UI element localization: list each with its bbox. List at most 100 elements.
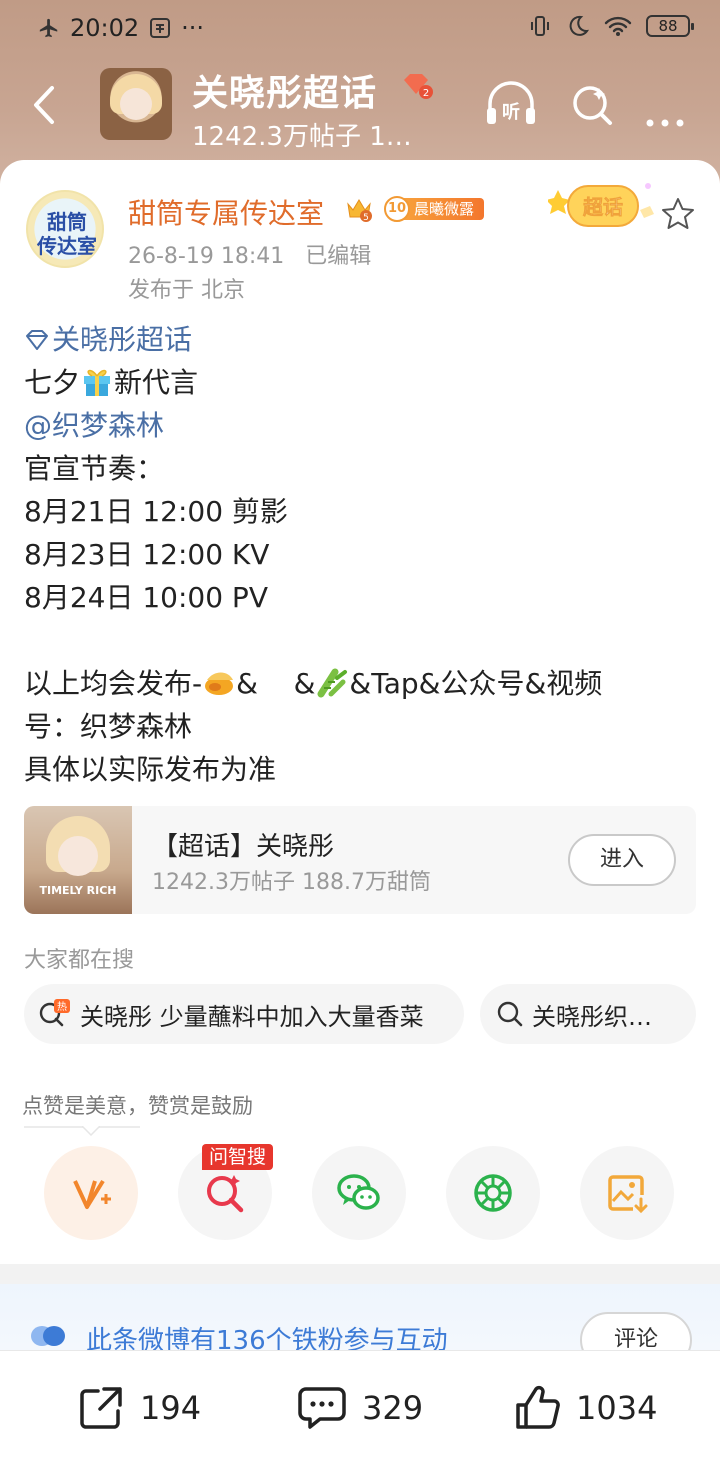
repost-button[interactable]: 194 [76,1383,201,1433]
crown-icon: 5 [347,199,372,223]
topic-subtitle: 1242.3万帖子 1… [192,122,412,152]
airplane-icon [39,18,58,38]
moments-icon [474,1174,512,1212]
repost-icon [80,1387,122,1429]
trending-search-chip[interactable]: 关晓彤织… [480,984,696,1044]
post-topic-text: 关晓彤超话 [52,323,193,356]
ai-search-icon [207,1175,244,1213]
post-text: 七夕 [24,366,81,399]
topic-header: 关晓彤超话 2 1242.3万帖子 1… 听 [0,60,720,160]
iron-fans-text: 此条微博有136个铁粉参与互动 [86,1326,448,1350]
iron-fans-bar: 此条微博有136个铁粉参与互动 评论 [0,1284,720,1350]
save-image-button[interactable] [580,1146,674,1240]
status-more: ··· [181,14,205,42]
like-button[interactable]: 1034 [512,1383,657,1433]
post-text: & [236,667,258,700]
crown-level: 5 [363,213,369,223]
moon-icon [569,15,590,36]
reward-icon [73,1179,111,1209]
section-separator [0,1264,720,1284]
trending-search-label: 大家都在搜 [24,948,135,973]
back-arrow-icon[interactable] [24,80,64,130]
listen-icon[interactable]: 听 [484,80,538,130]
bamboo-emoji-icon [317,668,348,698]
post-time-value: 26-8-19 18:41 [128,244,285,269]
search-icon[interactable] [566,80,620,130]
share-moments-button[interactable] [446,1146,540,1240]
fan-level-text: 晨曦微露 [398,198,485,220]
author-avatar-text-2: 传达室 [37,234,97,258]
chat-bubble-icon [31,1326,65,1346]
topic-level-badge-icon: 2 [404,74,433,99]
comment-count: 329 [362,1389,424,1427]
post-text: 新代言 [114,366,199,399]
post-text: 以上均会发布- [24,667,203,700]
post-line: 以上均会发布- & & &Tap&公众号&视频 [24,662,602,705]
hot-search-icon: 热 [39,999,70,1027]
edited-label[interactable]: 已编辑 [305,244,371,269]
battery-level: 88 [658,17,678,35]
gift-emoji-icon [84,369,111,396]
status-time: 20:02 [70,14,140,42]
thumbnail-caption: TIMELY RICH [39,884,117,897]
vibrate-icon [531,16,549,36]
notification-icon [150,18,171,38]
post-line: 七夕 新代言 [24,361,602,404]
search-icon [497,1001,523,1027]
reward-button[interactable] [44,1146,138,1240]
favorite-star-icon[interactable] [660,196,696,232]
post-line: 8月21日 12:00 剪影 [24,495,288,528]
topic-title: 关晓彤超话 [192,73,378,114]
fan-level-number: 10 [384,196,410,222]
comment-icon [298,1387,346,1429]
hot-badge: 热 [57,1000,67,1013]
post-line: 8月24日 10:00 PV [24,581,268,614]
supertopic-title: 【超话】关晓彤 [152,832,335,862]
post-text: & [293,667,316,700]
save-image-icon [608,1175,648,1214]
post-line: 具体以实际发布为准 [24,753,277,786]
bottom-action-bar: 194 329 1034 [0,1350,720,1460]
trending-search-text: 关晓彤织… [532,1002,652,1031]
more-icon[interactable] [640,80,694,130]
post-line: 号：织梦森林 [24,710,193,743]
weibo-emoji-icon [205,672,234,695]
fan-level-badge[interactable]: 10 晨曦微露 [384,196,485,222]
author-avatar[interactable]: 甜筒 传达室 [26,190,104,268]
topic-avatar[interactable] [100,68,172,140]
wechat-icon [337,1174,380,1210]
wifi-icon [604,16,632,36]
sticker-text: 超话 [582,195,623,219]
author-name[interactable]: 甜筒专属传达室 [128,192,324,232]
enter-button[interactable]: 进入 [568,834,676,886]
post-location: 发布于 北京 [128,278,245,303]
like-count: 1034 [576,1389,658,1427]
comment-button[interactable]: 评论 [580,1312,692,1350]
post-line: 8月23日 12:00 KV [24,538,270,571]
supertopic-thumbnail: TIMELY RICH [24,806,132,914]
trending-search-chip[interactable]: 热 关晓彤 少量蘸料中加入大量香菜 [24,984,464,1044]
thumbs-up-icon [516,1385,560,1429]
supertopic-stats: 1242.3万帖子 188.7万甜筒 [152,870,431,895]
tip-arrow-icon [82,1126,100,1136]
topic-level-badge-number: 2 [423,88,429,99]
supertopic-sticker-icon: 超话 [548,183,654,227]
comment-count-button[interactable]: 329 [296,1383,423,1433]
trending-search-text: 关晓彤 少量蘸料中加入大量香菜 [80,1002,424,1031]
post-mention-link[interactable]: @织梦森林 [24,404,602,447]
listen-label: 听 [502,101,520,123]
repost-count: 194 [140,1389,202,1427]
battery-indicator: 88 [646,15,694,37]
post-time: 26-8-19 18:41 已编辑 [128,238,371,270]
status-bar: 20:02 ··· 88 [0,0,720,58]
reward-tip: 点赞是美意，赞赏是鼓励 [22,1094,253,1118]
supertopic-card[interactable]: TIMELY RICH 【超话】关晓彤 1242.3万帖子 188.7万甜筒 进… [24,806,696,914]
post-text: &Tap&公众号&视频 [349,667,603,700]
post-line: 官宣节奏： [24,452,165,485]
post-body: 关晓彤超话 七夕 新代言 @织梦森林 官宣节奏： 8月21日 12:00 剪影 8… [24,318,602,791]
supertopic-gem-icon [26,330,48,350]
share-wechat-button[interactable] [312,1146,406,1240]
ai-search-badge: 问智搜 [202,1144,274,1170]
post-topic-link[interactable]: 关晓彤超话 [24,318,602,361]
